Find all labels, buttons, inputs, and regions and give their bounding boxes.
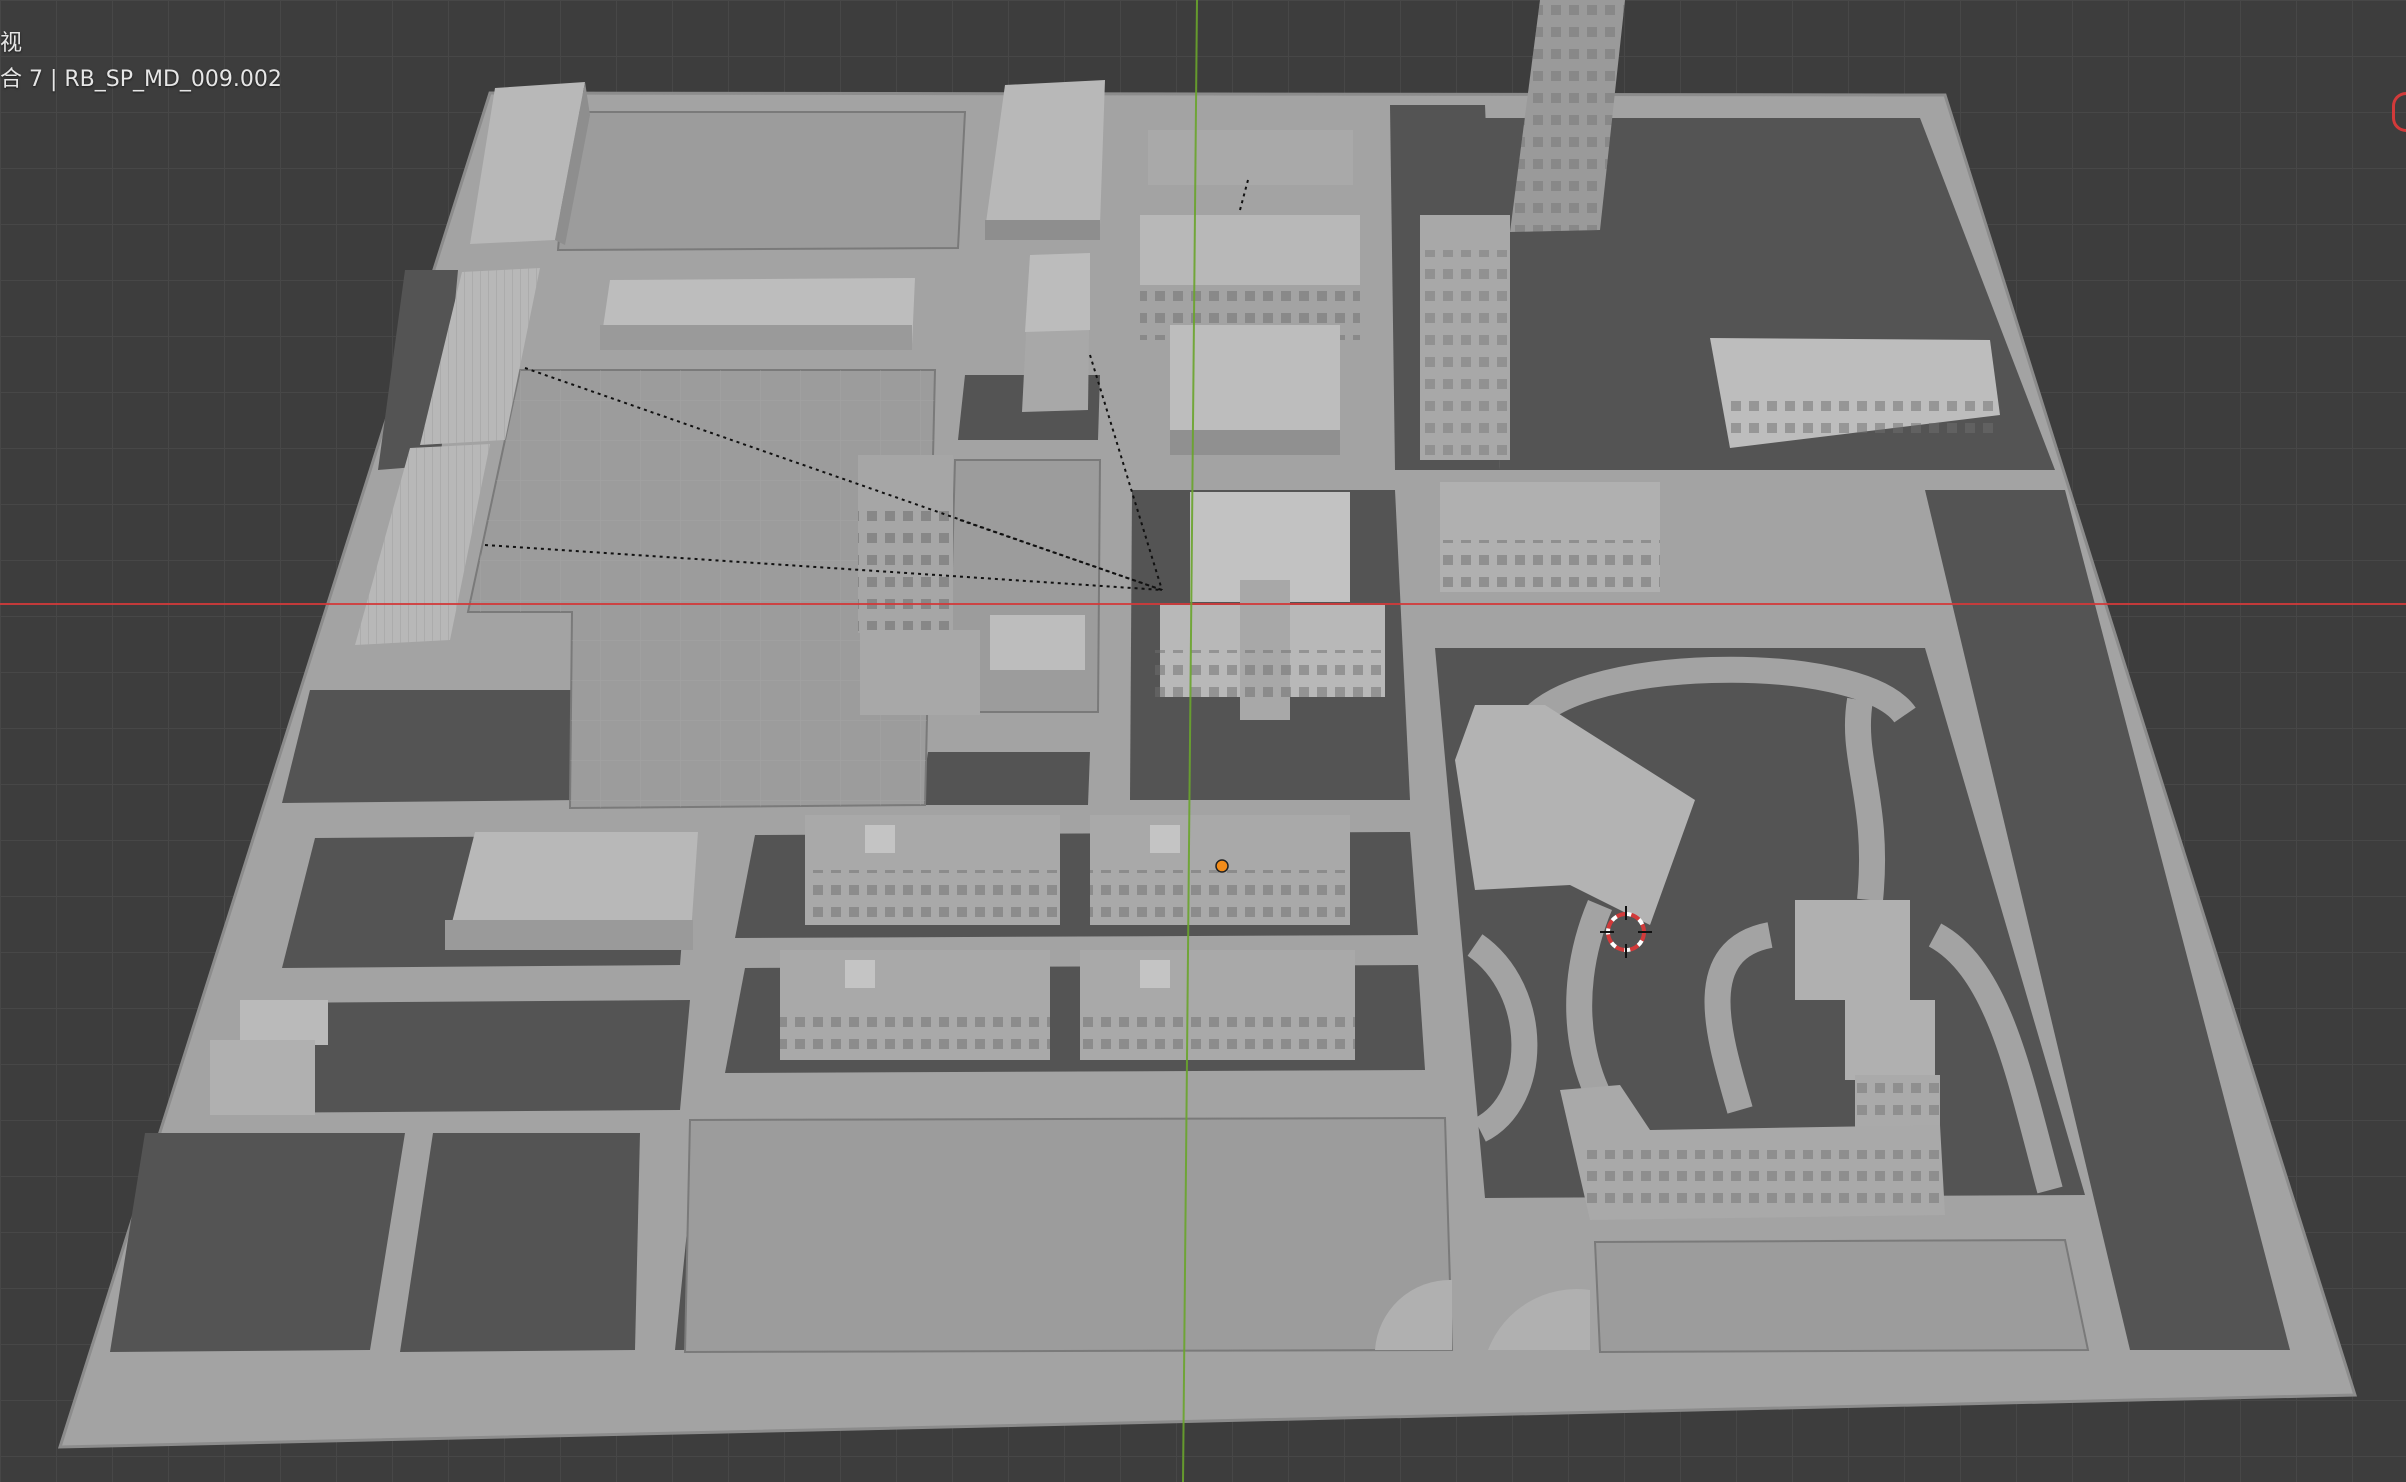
scene-canvas[interactable]: [0, 0, 2406, 1482]
origin-dot-icon[interactable]: [1215, 859, 1229, 873]
navigation-gizmo-icon[interactable]: [2392, 92, 2406, 132]
3d-viewport[interactable]: 视 合 7 | RB_SP_MD_009.002: [0, 0, 2406, 1482]
